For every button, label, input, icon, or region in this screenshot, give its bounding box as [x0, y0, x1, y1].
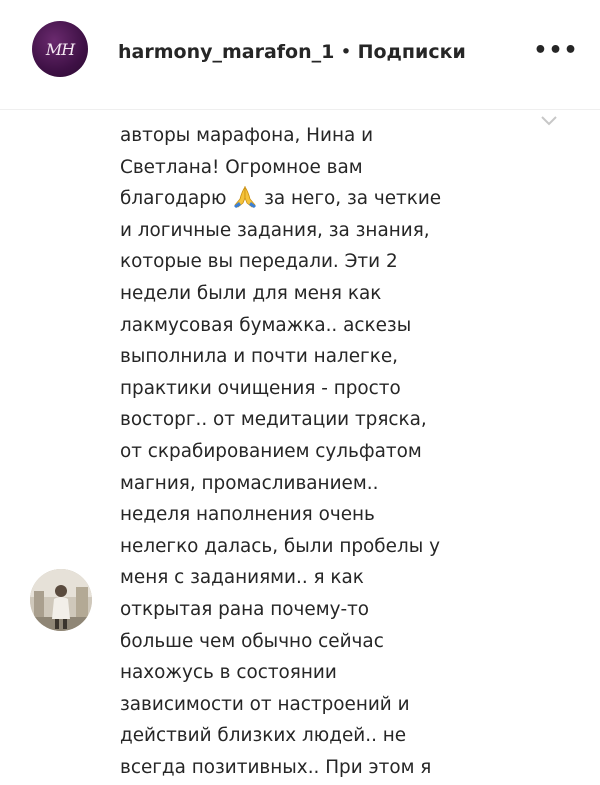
folded-hands-icon: [234, 186, 257, 209]
comment-text: авторы марафона, Нина и Светлана! Огромн…: [120, 120, 540, 783]
comment-line: Светлана! Огромное вам: [120, 156, 363, 178]
comment-line-with-icon: благодарю за него, за четкие: [120, 183, 540, 215]
avatar-monogram: MH: [45, 39, 75, 59]
comment-line: зависимости от настроений и: [120, 693, 410, 715]
comment-line: которые вы передали. Эти 2: [120, 251, 398, 273]
chevron-down-icon[interactable]: [541, 116, 557, 126]
comment-line: больше чем обычно сейчас: [120, 630, 384, 652]
comment-line: выполнила и почти налегке,: [120, 346, 398, 368]
comment-line: недели были для меня как: [120, 282, 382, 304]
commenter-photo: [30, 569, 92, 631]
username-link[interactable]: harmony_marafon_1: [118, 41, 334, 63]
comment-line: нахожусь в состоянии: [120, 662, 337, 684]
post-header: MH harmony_marafon_1 • Подписки •••: [0, 0, 600, 110]
header-title: harmony_marafon_1 • Подписки: [118, 40, 466, 64]
comment-line: меня с заданиями.. я как: [120, 567, 364, 589]
comment-line: открытая рана почему-то: [120, 598, 370, 620]
more-options-icon[interactable]: •••: [533, 35, 579, 65]
comment-line: действий близких людей.. не: [120, 725, 407, 747]
comment-line: неделя наполнения очень: [120, 504, 375, 526]
comment-line: практики очищения - просто: [120, 377, 401, 399]
profile-avatar[interactable]: MH: [32, 21, 88, 77]
comment-line: лакмусовая бумажка.. аскезы: [120, 314, 412, 336]
comment-line: магния, промасливанием..: [120, 472, 379, 494]
comment-line: авторы марафона, Нина и: [120, 125, 374, 146]
comment-line: восторг.. от медитации тряска,: [120, 409, 427, 431]
following-button[interactable]: Подписки: [358, 41, 466, 63]
commenter-avatar[interactable]: [30, 569, 92, 631]
post-comments-panel: MH harmony_marafon_1 • Подписки ••• авто…: [0, 0, 600, 785]
comment-line: всегда позитивных.. При этом я: [120, 756, 432, 778]
separator-dot: •: [340, 41, 352, 63]
comments-list[interactable]: авторы марафона, Нина и Светлана! Огромн…: [0, 110, 600, 785]
comment-line: нелегко далась, были пробелы у: [120, 535, 440, 557]
more-options-label: •••: [533, 37, 579, 63]
comment-text-fragment: благодарю: [120, 188, 233, 210]
comment-text-fragment: за него, за четкие: [258, 188, 442, 210]
comment-line: от скрабированием сульфатом: [120, 440, 422, 462]
comment-line: и логичные задания, за знания,: [120, 219, 430, 241]
